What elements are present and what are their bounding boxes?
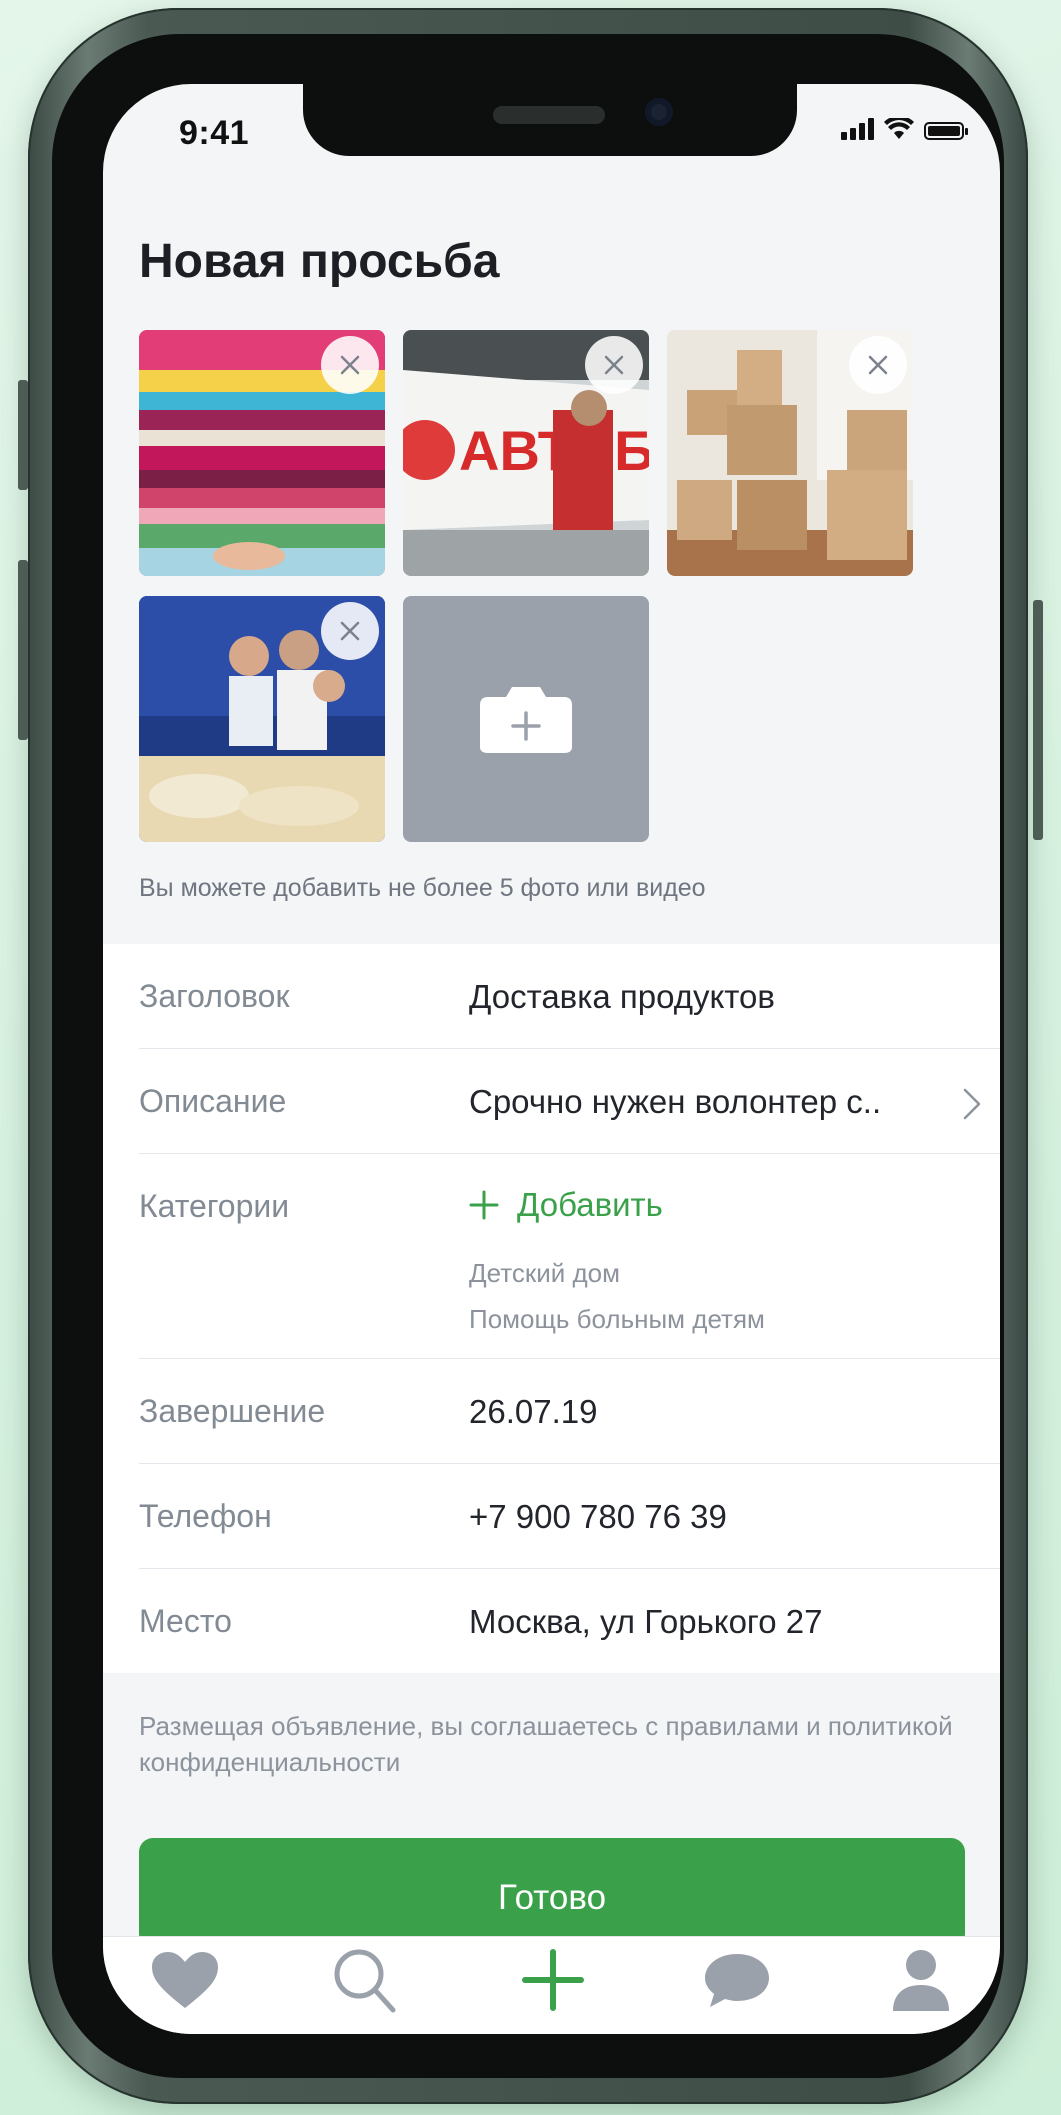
form-row-title[interactable]: Заголовок Доставка продуктов [139,944,1000,1049]
remove-photo-button[interactable] [321,602,379,660]
battery-icon [924,122,968,140]
photo-limit-hint: Вы можете добавить не более 5 фото или в… [139,874,706,902]
wifi-icon [884,118,914,139]
title-label: Заголовок [139,978,290,1014]
photo-thumbnail-volunteers[interactable] [139,596,385,842]
chat-icon [705,1954,769,2007]
app-screen: 9:41 Новая просьба Вы можете добавить не… [103,84,1000,2034]
category-item[interactable]: Помощь больным детям [469,1304,765,1335]
form-row-categories: Категории Добавить Детский дом Помощь бо… [139,1154,1000,1359]
camera-plus-icon [480,687,572,753]
remove-photo-button[interactable] [585,336,643,394]
terms-text: Размещая объявление, вы соглашаетесь с п… [139,1711,953,1777]
close-icon [340,355,360,375]
plus-icon [522,1949,584,2011]
photo-thumbnail-clothes[interactable] [139,330,385,576]
chevron-right-icon[interactable] [962,1087,982,1121]
speaker [493,106,605,124]
add-category-label: Добавить [517,1186,663,1223]
add-photo-button[interactable] [403,596,649,842]
close-icon [868,355,888,375]
notch [303,84,797,156]
tab-search[interactable] [325,1945,405,2015]
title-value[interactable]: Доставка продуктов [469,978,775,1016]
done-button[interactable]: Готово [139,1838,965,1948]
tab-create[interactable] [513,1945,593,2015]
side-button [18,560,28,740]
tab-profile[interactable] [881,1945,961,2015]
page-title: Новая просьба [139,235,500,288]
form-row-end-date[interactable]: Завершение 26.07.19 [139,1359,1000,1464]
tab-messages[interactable] [697,1945,777,2015]
signal-icon [841,118,874,140]
phone-label: Телефон [139,1498,272,1534]
close-icon [340,621,360,641]
description-value[interactable]: Срочно нужен волонтер с.. [469,1083,881,1121]
status-time: 9:41 [179,114,250,152]
add-category-button[interactable]: Добавить [469,1186,663,1224]
photo-thumbnail-boxes[interactable] [667,330,913,576]
tab-favorites[interactable] [145,1945,225,2015]
heart-icon [152,1952,218,2008]
form-row-place[interactable]: Место Москва, ул Горького 27 [139,1569,1000,1673]
remove-photo-button[interactable] [849,336,907,394]
close-icon [604,355,624,375]
profile-icon [893,1950,949,2011]
category-item[interactable]: Детский дом [469,1258,620,1289]
end-date-value[interactable]: 26.07.19 [469,1393,597,1431]
status-icons [841,118,968,140]
side-button [18,380,28,490]
plus-icon [469,1190,499,1220]
categories-label: Категории [139,1188,290,1224]
side-button [1033,600,1043,840]
form-row-description[interactable]: Описание Срочно нужен волонтер с.. [139,1049,1000,1154]
form-row-phone[interactable]: Телефон +7 900 780 76 39 [139,1464,1000,1569]
place-value[interactable]: Москва, ул Горького 27 [469,1603,822,1641]
phone-value[interactable]: +7 900 780 76 39 [469,1498,727,1536]
front-camera [645,98,673,126]
remove-photo-button[interactable] [321,336,379,394]
place-label: Место [139,1603,232,1639]
photo-thumbnail-bus[interactable]: АВТОБУС [403,330,649,576]
request-form: Заголовок Доставка продуктов Описание Ср… [103,944,1000,1673]
search-icon [334,1949,396,2013]
description-label: Описание [139,1083,287,1119]
end-date-label: Завершение [139,1393,326,1429]
tab-bar [103,1936,1000,2034]
